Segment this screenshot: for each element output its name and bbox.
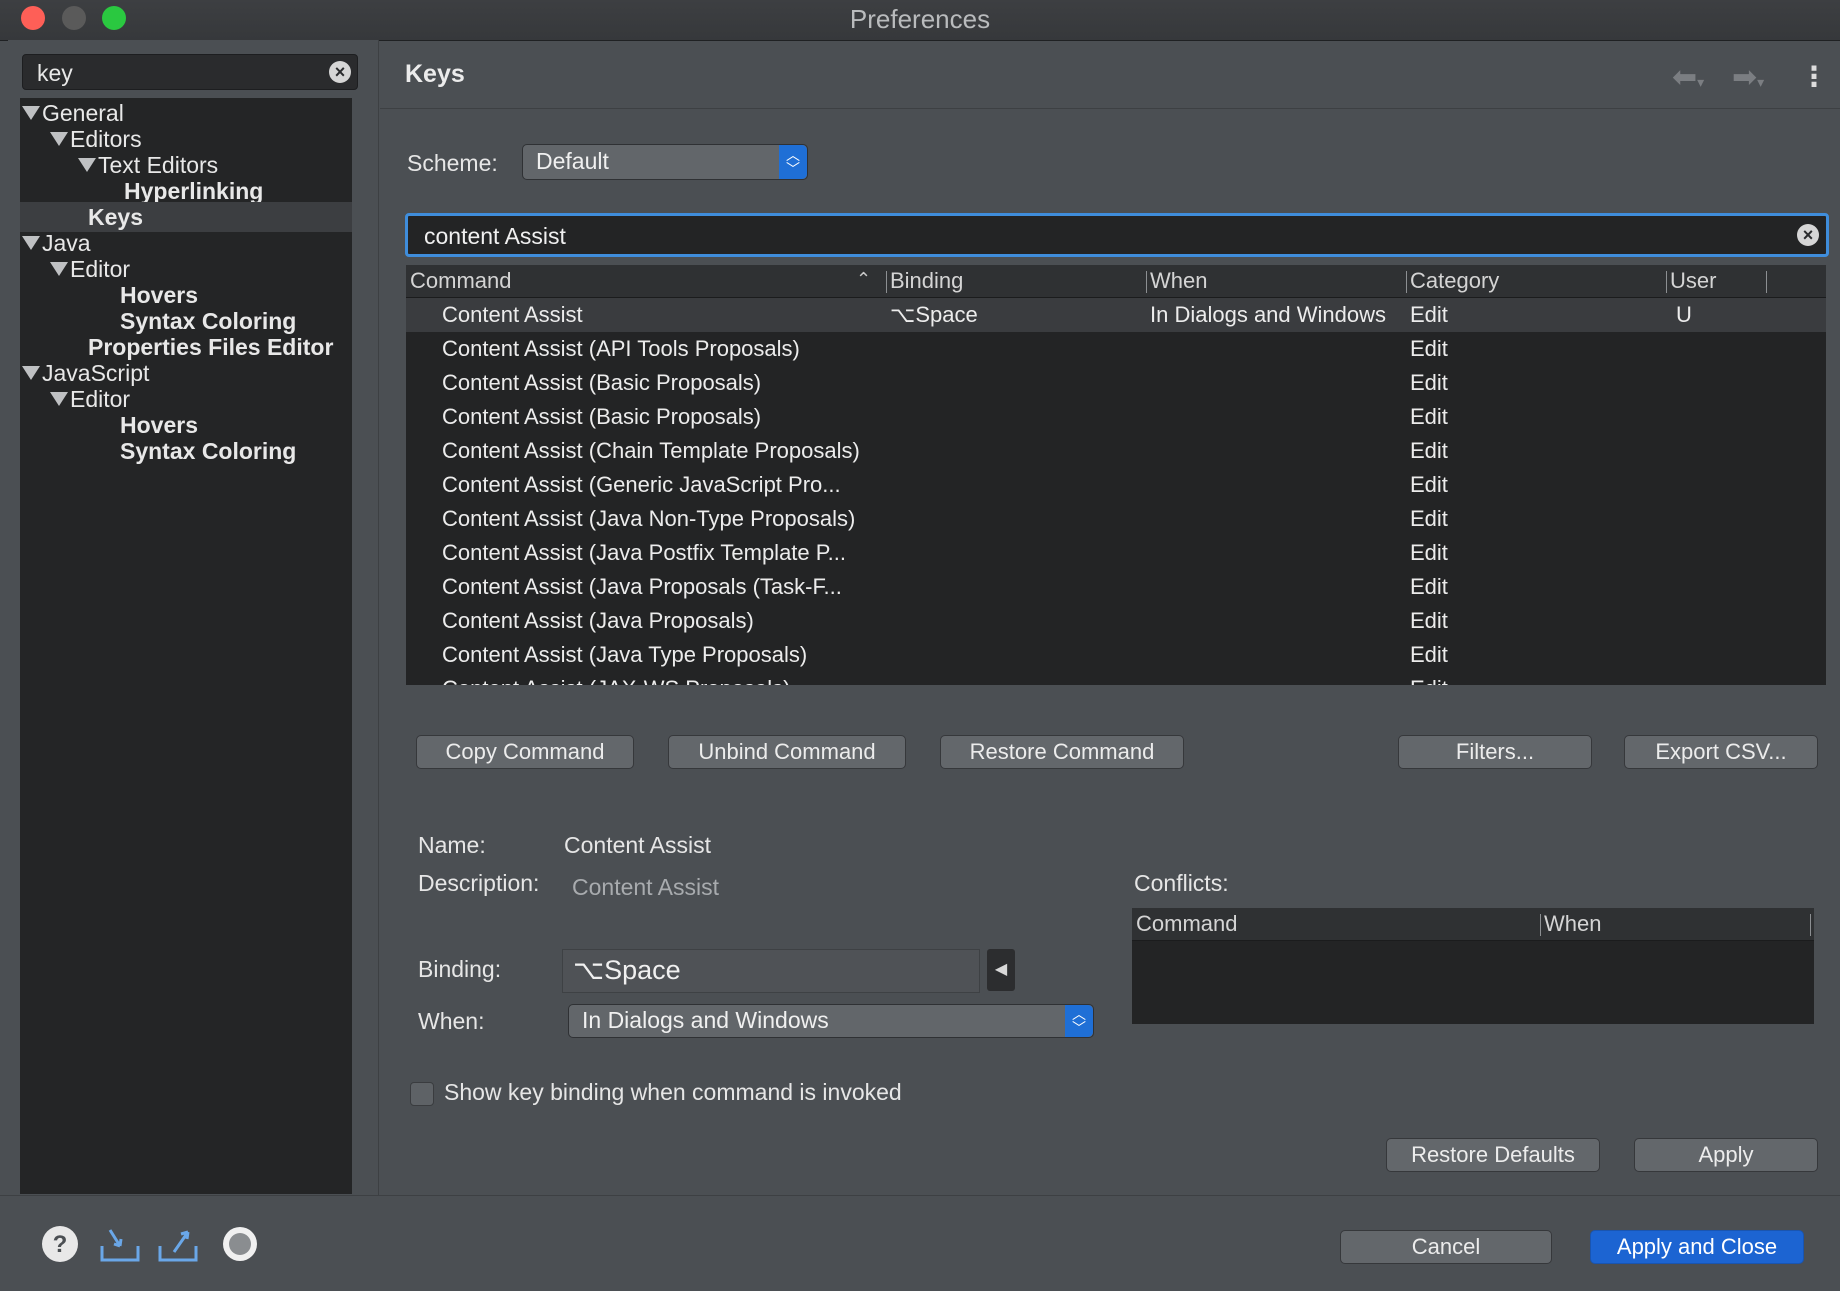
svg-text:?: ? xyxy=(53,1231,68,1258)
column-divider xyxy=(1406,271,1407,293)
conflicts-column-when[interactable]: When xyxy=(1544,911,1601,937)
when-label: When: xyxy=(418,1008,485,1034)
conflicts-label: Conflicts: xyxy=(1134,870,1229,896)
binding-field[interactable]: ⌥Space xyxy=(562,949,980,993)
forward-arrow-icon[interactable]: ➡▾ xyxy=(1732,60,1764,95)
more-options-icon[interactable]: ⋮ xyxy=(1800,60,1828,93)
scheme-label: Scheme: xyxy=(407,150,498,176)
command-filter-input[interactable] xyxy=(422,219,1726,253)
column-divider xyxy=(1766,271,1767,293)
apply-button[interactable]: Apply xyxy=(1634,1138,1818,1172)
window-title: Preferences xyxy=(849,4,991,34)
expand-triangle-icon[interactable] xyxy=(22,106,40,120)
binding-menu-arrow-icon[interactable]: ◀ xyxy=(987,949,1015,991)
dialog-footer: ? Cancel Apply and Close xyxy=(0,1195,1840,1291)
preferences-window: Preferences × General Editors Text Edito… xyxy=(0,0,1840,1291)
select-stepper-icon: ︿ ﹀ xyxy=(779,145,807,179)
table-header: Command ⌃ Binding When Category User xyxy=(406,265,1826,298)
unbind-command-button[interactable]: Unbind Command xyxy=(668,735,906,769)
title-bar: Preferences xyxy=(0,0,1840,41)
binding-label: Binding: xyxy=(418,956,502,982)
header-divider xyxy=(380,108,1840,109)
table-row[interactable]: Content Assist (API Tools Proposals) Edi… xyxy=(406,332,1826,366)
clear-command-filter-icon[interactable]: × xyxy=(1797,224,1819,246)
column-category[interactable]: Category xyxy=(1410,268,1499,294)
select-stepper-icon: ︿ ﹀ xyxy=(1065,1005,1093,1037)
expand-triangle-icon[interactable] xyxy=(22,366,40,380)
column-divider xyxy=(1146,271,1147,293)
column-when[interactable]: When xyxy=(1150,268,1207,294)
sort-ascending-icon[interactable]: ⌃ xyxy=(856,269,871,290)
expand-triangle-icon[interactable] xyxy=(50,392,68,406)
command-filter-box: × xyxy=(405,213,1829,257)
keys-page: Keys ⬅▾ ➡▾ ⋮ Scheme: Default ︿﹀ × Comman… xyxy=(380,40,1840,1195)
column-divider xyxy=(1666,271,1667,293)
table-row[interactable]: Content Assist (Generic JavaScript Pro..… xyxy=(406,468,1826,502)
restore-defaults-button[interactable]: Restore Defaults xyxy=(1386,1138,1600,1172)
restore-command-button[interactable]: Restore Command xyxy=(940,735,1184,769)
column-binding[interactable]: Binding xyxy=(890,268,963,294)
table-row[interactable]: Content Assist (Java Proposals) Edit xyxy=(406,604,1826,638)
conflicts-column-command[interactable]: Command xyxy=(1136,911,1237,937)
description-value: Content Assist xyxy=(572,874,720,900)
table-row[interactable]: Content Assist (Java Non-Type Proposals)… xyxy=(406,502,1826,536)
apply-and-close-button[interactable]: Apply and Close xyxy=(1590,1230,1804,1264)
export-csv-button[interactable]: Export CSV... xyxy=(1624,735,1818,769)
filters-button[interactable]: Filters... xyxy=(1398,735,1592,769)
record-icon[interactable] xyxy=(220,1224,260,1269)
table-row[interactable]: Content Assist (Java Type Proposals) Edi… xyxy=(406,638,1826,672)
column-user[interactable]: User xyxy=(1670,268,1716,294)
expand-triangle-icon[interactable] xyxy=(22,236,40,250)
tree-item-javascript-syntax-coloring[interactable]: Syntax Coloring xyxy=(20,436,352,466)
when-select[interactable]: In Dialogs and Windows ︿ ﹀ xyxy=(568,1004,1094,1038)
clear-filter-icon[interactable]: × xyxy=(329,61,351,83)
preference-filter-input[interactable] xyxy=(35,57,309,89)
table-row[interactable]: Content Assist (Chain Template Proposals… xyxy=(406,434,1826,468)
name-value: Content Assist xyxy=(564,832,712,858)
help-icon[interactable]: ? xyxy=(40,1224,80,1269)
expand-triangle-icon[interactable] xyxy=(50,132,68,146)
show-key-binding-label: Show key binding when command is invoked xyxy=(444,1079,902,1105)
preference-tree: General Editors Text Editors Hyperlinkin… xyxy=(20,98,352,1194)
preference-filter: × xyxy=(22,54,358,90)
table-row[interactable]: Content Assist (Basic Proposals) Edit xyxy=(406,400,1826,434)
sidebar: × General Editors Text Editors Hyperlink… xyxy=(8,40,379,1195)
table-row[interactable]: Content Assist (Java Postfix Template P.… xyxy=(406,536,1826,570)
column-divider xyxy=(1540,914,1541,936)
column-divider xyxy=(1810,914,1811,936)
page-title: Keys xyxy=(405,60,465,88)
column-command[interactable]: Command xyxy=(410,268,511,294)
conflicts-table: Command When xyxy=(1132,908,1814,1024)
import-icon[interactable] xyxy=(98,1224,142,1269)
show-key-binding-checkbox[interactable] xyxy=(410,1082,434,1106)
scheme-select[interactable]: Default ︿ ﹀ xyxy=(522,144,808,180)
conflicts-table-header: Command When xyxy=(1132,908,1814,941)
table-row[interactable]: Content Assist (Java Proposals (Task-F..… xyxy=(406,570,1826,604)
table-row[interactable]: Content Assist (Basic Proposals) Edit xyxy=(406,366,1826,400)
expand-triangle-icon[interactable] xyxy=(50,262,68,276)
table-row[interactable]: Content Assist ⌥Space In Dialogs and Win… xyxy=(406,298,1826,332)
back-arrow-icon[interactable]: ⬅▾ xyxy=(1672,60,1704,95)
cancel-button[interactable]: Cancel xyxy=(1340,1230,1552,1264)
name-label: Name: xyxy=(418,832,486,858)
description-label: Description: xyxy=(418,870,540,896)
copy-command-button[interactable]: Copy Command xyxy=(416,735,634,769)
export-icon[interactable] xyxy=(156,1224,200,1269)
keys-table: Command ⌃ Binding When Category User Con… xyxy=(406,265,1826,685)
column-divider xyxy=(886,271,887,293)
table-row[interactable]: Content Assist (JAX-WS Proposals) Edit xyxy=(406,672,1826,685)
expand-triangle-icon[interactable] xyxy=(78,158,96,172)
